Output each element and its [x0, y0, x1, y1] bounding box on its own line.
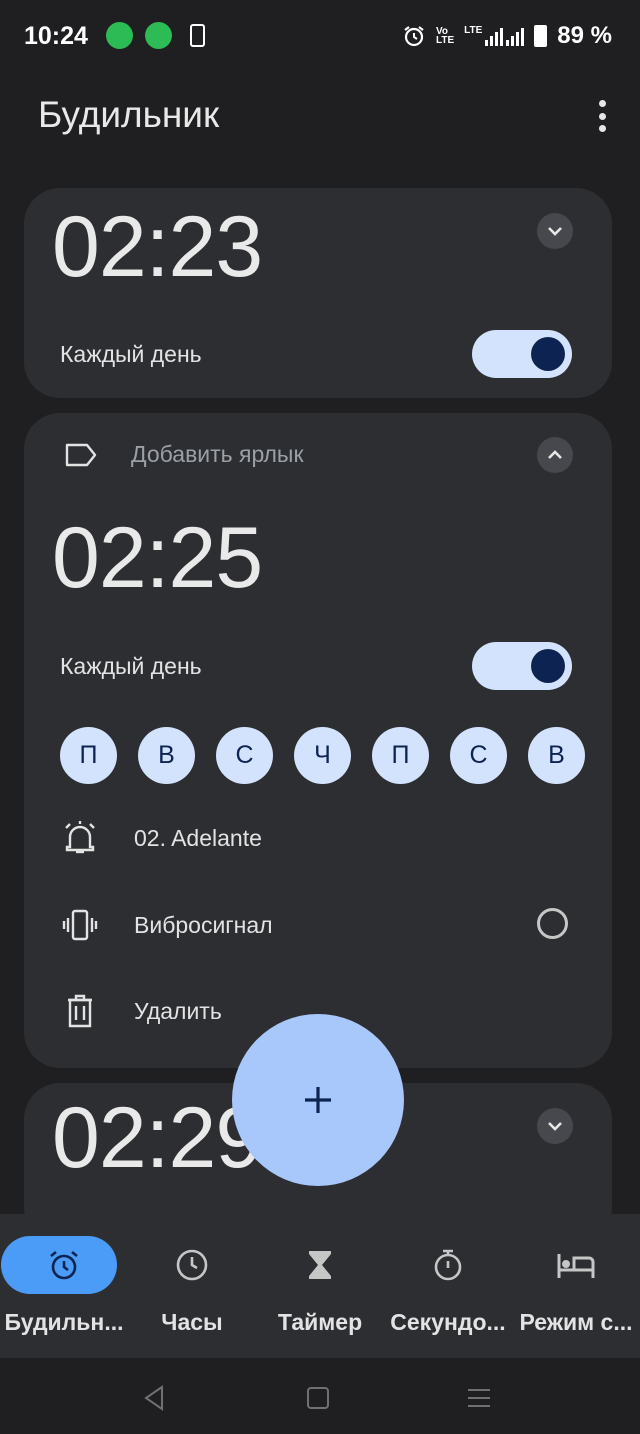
- page-title: Будильник: [38, 94, 220, 135]
- day-wednesday[interactable]: С: [216, 727, 273, 784]
- nav-label: Режим с...: [519, 1309, 633, 1335]
- day-friday[interactable]: П: [372, 727, 429, 784]
- weekday-selector: П В С Ч П С В: [60, 727, 585, 784]
- alarm-toggle[interactable]: [472, 330, 572, 378]
- nav-item-clock[interactable]: Часы: [128, 1214, 256, 1358]
- alarm-card[interactable]: 02:23 Каждый день: [24, 188, 612, 398]
- day-sunday[interactable]: В: [528, 727, 585, 784]
- label-icon: [65, 443, 97, 466]
- ringtone-row[interactable]: 02. Adelante: [60, 818, 262, 858]
- notification-icons: [106, 22, 205, 49]
- stopwatch-icon: [434, 1249, 462, 1281]
- back-icon[interactable]: [144, 1385, 163, 1411]
- volte-icon: Vo LTE: [435, 26, 455, 46]
- alarm-repeat-text: Каждый день: [60, 341, 202, 367]
- alarm-bell-icon: [65, 821, 95, 854]
- chevron-down-icon: [548, 227, 562, 236]
- delete-label: Удалить: [134, 997, 222, 1024]
- system-navigation-bar: [0, 1358, 640, 1429]
- alarm-repeat-text: Каждый день: [60, 653, 202, 679]
- day-monday[interactable]: П: [60, 727, 117, 784]
- home-icon[interactable]: [307, 1387, 329, 1409]
- trash-icon: [68, 994, 92, 1028]
- chevron-up-icon: [548, 450, 562, 459]
- nav-item-stopwatch[interactable]: Секундо...: [384, 1214, 512, 1358]
- alarm-time[interactable]: 02:23: [52, 198, 263, 297]
- day-saturday[interactable]: С: [450, 727, 507, 784]
- nav-label: Часы: [161, 1309, 223, 1335]
- day-thursday[interactable]: Ч: [294, 727, 351, 784]
- nav-label: Будильн...: [4, 1309, 124, 1335]
- bottom-navigation: Будильн... Часы Таймер Секундо... Режим …: [0, 1214, 640, 1358]
- nav-item-bedtime[interactable]: Режим с...: [512, 1214, 640, 1358]
- more-options-icon[interactable]: [592, 100, 612, 132]
- expand-button[interactable]: [537, 1108, 573, 1144]
- alarm-status-icon: [404, 26, 424, 47]
- delete-row[interactable]: Удалить: [60, 991, 222, 1031]
- battery-level: 89 %: [557, 22, 612, 49]
- vibration-icon: [62, 909, 98, 941]
- alarm-card-expanded[interactable]: Добавить ярлык 02:25 Каждый день П В С Ч…: [24, 413, 612, 1068]
- expand-button[interactable]: [537, 213, 573, 249]
- vibration-checkbox[interactable]: [537, 908, 568, 939]
- nav-label: Секундо...: [390, 1309, 506, 1335]
- bed-icon: [557, 1254, 595, 1278]
- day-tuesday[interactable]: В: [138, 727, 195, 784]
- alarm-toggle[interactable]: [472, 642, 572, 690]
- alarm-time[interactable]: 02:29: [52, 1089, 263, 1188]
- status-bar: 10:24 Vo LTE LTE 89 %: [0, 0, 640, 76]
- nav-label: Таймер: [277, 1309, 363, 1335]
- nav-item-timer[interactable]: Таймер: [256, 1214, 384, 1358]
- ringtone-name: 02. Adelante: [134, 824, 262, 851]
- nav-item-alarm[interactable]: Будильн...: [0, 1214, 128, 1358]
- hourglass-icon: [309, 1251, 331, 1279]
- status-time: 10:24: [24, 22, 88, 50]
- battery-icon: [534, 25, 548, 47]
- signal-icon: LTE: [464, 26, 525, 46]
- add-label-text: Добавить ярлык: [131, 441, 304, 467]
- alarm-time[interactable]: 02:25: [52, 509, 263, 608]
- phone-notification-icon: [190, 24, 205, 47]
- chevron-down-icon: [548, 1122, 562, 1131]
- clock-icon: [176, 1249, 208, 1281]
- add-alarm-button[interactable]: [232, 1014, 404, 1186]
- plus-icon: [305, 1087, 331, 1113]
- recents-icon[interactable]: [468, 1389, 490, 1407]
- alarm-clock-icon: [50, 1250, 78, 1280]
- app-notification-icon: [145, 22, 172, 49]
- system-status-icons: Vo LTE LTE 89 %: [402, 22, 612, 50]
- app-notification-icon: [106, 22, 133, 49]
- vibration-label: Вибросигнал: [134, 911, 273, 938]
- collapse-button[interactable]: [537, 437, 573, 473]
- add-label-row[interactable]: Добавить ярлык: [64, 441, 304, 468]
- vibration-row[interactable]: Вибросигнал: [60, 905, 273, 945]
